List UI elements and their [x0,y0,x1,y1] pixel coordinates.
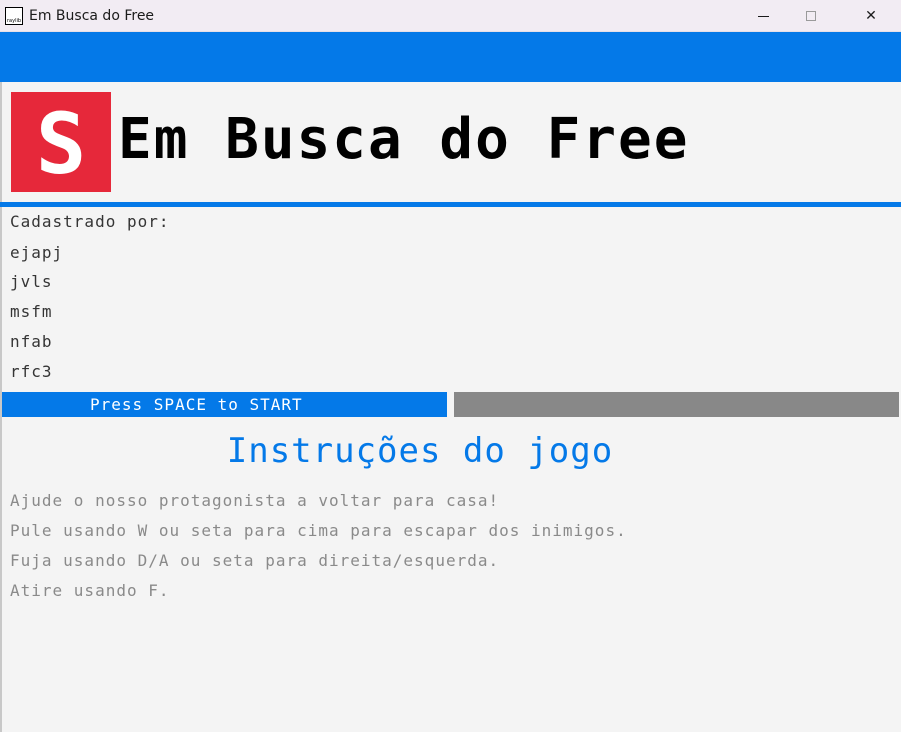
game-logo: S [11,92,111,193]
game-header: S Em Busca do Free [0,82,901,202]
maximize-button[interactable] [788,0,834,32]
minimize-icon [757,15,769,17]
maximize-icon [806,11,816,21]
credit-name: nfab [10,332,53,351]
start-prompt-label: Press SPACE to START [90,395,303,414]
instruction-line: Ajude o nosso protagonista a voltar para… [10,491,500,510]
credit-name: rfc3 [10,362,53,381]
window-title: Em Busca do Free [29,8,155,24]
start-prompt-bar[interactable]: Press SPACE to START [2,392,447,417]
instruction-line: Pule usando W ou seta para cima para esc… [10,521,627,540]
top-color-band [0,32,901,82]
raylib-app-icon: raylib [5,7,23,25]
minimize-button[interactable] [740,0,786,32]
instruction-line: Fuja usando D/A ou seta para direita/esq… [10,551,500,570]
credit-name: jvls [10,272,53,291]
header-divider [0,202,901,207]
app-icon-text: raylib [7,18,22,24]
credit-name: ejapj [10,243,64,262]
game-title: Em Busca do Free [118,107,690,172]
logo-letter: S [35,95,87,193]
window-titlebar[interactable]: raylib Em Busca do Free ✕ [0,0,901,32]
credits-label: Cadastrado por: [10,212,170,231]
credit-name: msfm [10,302,53,321]
instruction-line: Atire usando F. [10,581,170,600]
close-icon: ✕ [865,8,877,24]
start-progress-track [454,392,899,417]
instructions-title: Instruções do jogo [226,431,614,471]
close-button[interactable]: ✕ [848,0,894,32]
